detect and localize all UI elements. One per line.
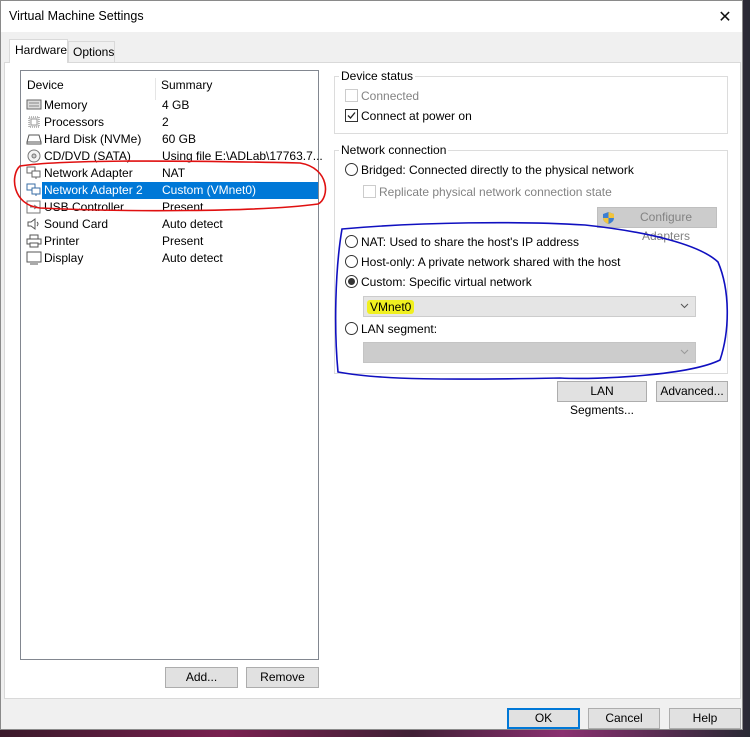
column-header-device[interactable]: Device xyxy=(27,78,64,92)
title-bar: Virtual Machine Settings ✕ xyxy=(1,1,742,32)
close-icon: ✕ xyxy=(718,8,732,26)
sound-card-icon xyxy=(27,218,39,230)
device-row-network-adapter[interactable]: Network Adapter NAT xyxy=(23,165,318,182)
display-icon xyxy=(26,251,42,265)
device-row-display[interactable]: Display Auto detect xyxy=(23,250,318,267)
add-device-button[interactable]: Add... xyxy=(165,667,238,688)
device-summary: Present xyxy=(162,200,204,214)
device-name: Hard Disk (NVMe) xyxy=(44,132,142,146)
custom-radio[interactable] xyxy=(345,275,358,288)
device-summary: 4 GB xyxy=(162,98,190,112)
help-button[interactable]: Help xyxy=(669,708,741,729)
device-row-hard-disk[interactable]: Hard Disk (NVMe) 60 GB xyxy=(23,131,318,148)
lan-segments-button[interactable]: LAN Segments... xyxy=(557,381,647,417)
hard-disk-icon xyxy=(26,134,42,145)
device-row-processors[interactable]: Processors 2 xyxy=(23,114,318,131)
bridged-label: Bridged: Connected directly to the physi… xyxy=(361,163,634,177)
device-name: Processors xyxy=(44,115,105,129)
device-row-sound-card[interactable]: Sound Card Auto detect xyxy=(23,216,318,233)
device-name: Printer xyxy=(44,234,80,248)
device-name: Network Adapter xyxy=(44,166,133,180)
device-summary: Present xyxy=(162,234,204,248)
device-row-memory[interactable]: Memory 4 GB xyxy=(23,97,318,114)
lan-segment-label: LAN segment: xyxy=(361,322,438,336)
device-row-cd-dvd[interactable]: CD/DVD (SATA) Using file E:\ADLab\17763.… xyxy=(23,148,323,165)
device-name: Memory xyxy=(44,98,88,112)
device-summary: 60 GB xyxy=(162,132,197,146)
radio-selected-dot xyxy=(348,278,355,285)
tab-options[interactable]: Options xyxy=(68,41,115,63)
printer-icon xyxy=(26,234,42,248)
configure-adapters-label: Configure Adapters xyxy=(639,210,693,243)
device-name: Display xyxy=(44,251,84,265)
device-summary: Auto detect xyxy=(162,251,223,265)
device-summary: Custom (VMnet0) xyxy=(162,183,257,197)
replicate-state-label: Replicate physical network connection st… xyxy=(379,185,612,199)
lan-segment-dropdown[interactable] xyxy=(363,342,696,363)
device-status-group xyxy=(334,76,728,134)
device-list[interactable]: Device Summary Memory 4 GB Processors 2 … xyxy=(20,70,323,660)
device-summary: Auto detect xyxy=(162,217,223,231)
remove-device-button[interactable]: Remove xyxy=(246,667,319,688)
device-name: Sound Card xyxy=(44,217,109,231)
shield-icon xyxy=(603,212,614,224)
processor-icon xyxy=(28,116,40,128)
connected-checkbox[interactable] xyxy=(345,89,358,102)
device-summary: Using file E:\ADLab\17763.7... xyxy=(162,149,323,163)
lan-segment-radio[interactable] xyxy=(345,322,358,335)
device-summary: NAT xyxy=(162,166,186,180)
ok-button[interactable]: OK xyxy=(507,708,580,729)
nat-radio[interactable] xyxy=(345,235,358,248)
network-connection-title: Network connection xyxy=(339,143,449,157)
device-name: Network Adapter 2 xyxy=(44,183,143,197)
connect-at-power-on-label: Connect at power on xyxy=(361,109,472,123)
tab-hardware[interactable]: Hardware xyxy=(9,39,68,63)
vm-settings-dialog: Virtual Machine Settings ✕ Hardware Opti… xyxy=(0,0,743,730)
device-name: CD/DVD (SATA) xyxy=(44,149,131,163)
network-adapter-icon xyxy=(26,183,41,196)
custom-network-value: VMnet0 xyxy=(367,300,415,314)
connect-at-power-on-checkbox[interactable] xyxy=(345,109,358,122)
host-only-label: Host-only: A private network shared with… xyxy=(361,255,621,269)
column-header-summary[interactable]: Summary xyxy=(161,78,212,92)
cd-dvd-icon xyxy=(27,149,41,163)
cancel-button[interactable]: Cancel xyxy=(588,708,660,729)
checkmark-icon xyxy=(347,112,356,119)
custom-network-dropdown[interactable]: VMnet0 xyxy=(363,296,696,317)
device-summary: 2 xyxy=(162,115,169,129)
replicate-state-checkbox[interactable] xyxy=(363,185,376,198)
network-adapter-icon xyxy=(26,166,41,179)
device-row-printer[interactable]: Printer Present xyxy=(23,233,318,250)
memory-icon xyxy=(26,99,42,110)
window-title: Virtual Machine Settings xyxy=(9,9,144,23)
nat-label: NAT: Used to share the host's IP address xyxy=(361,235,579,249)
close-button[interactable]: ✕ xyxy=(708,1,742,32)
device-name: USB Controller xyxy=(44,200,125,214)
bridged-radio[interactable] xyxy=(345,163,358,176)
configure-adapters-button[interactable]: Configure Adapters xyxy=(597,207,717,243)
advanced-button[interactable]: Advanced... xyxy=(656,381,728,402)
chevron-down-icon xyxy=(680,303,689,309)
host-only-radio[interactable] xyxy=(345,255,358,268)
device-row-network-adapter-2[interactable]: Network Adapter 2 Custom (VMnet0) xyxy=(23,182,318,199)
usb-controller-icon xyxy=(26,200,41,214)
chevron-down-icon xyxy=(680,349,689,355)
device-row-usb-controller[interactable]: USB Controller Present xyxy=(23,199,318,216)
device-status-title: Device status xyxy=(339,69,416,83)
list-header: Device Summary xyxy=(21,78,318,100)
custom-label: Custom: Specific virtual network xyxy=(361,275,532,289)
connected-label: Connected xyxy=(361,89,420,103)
